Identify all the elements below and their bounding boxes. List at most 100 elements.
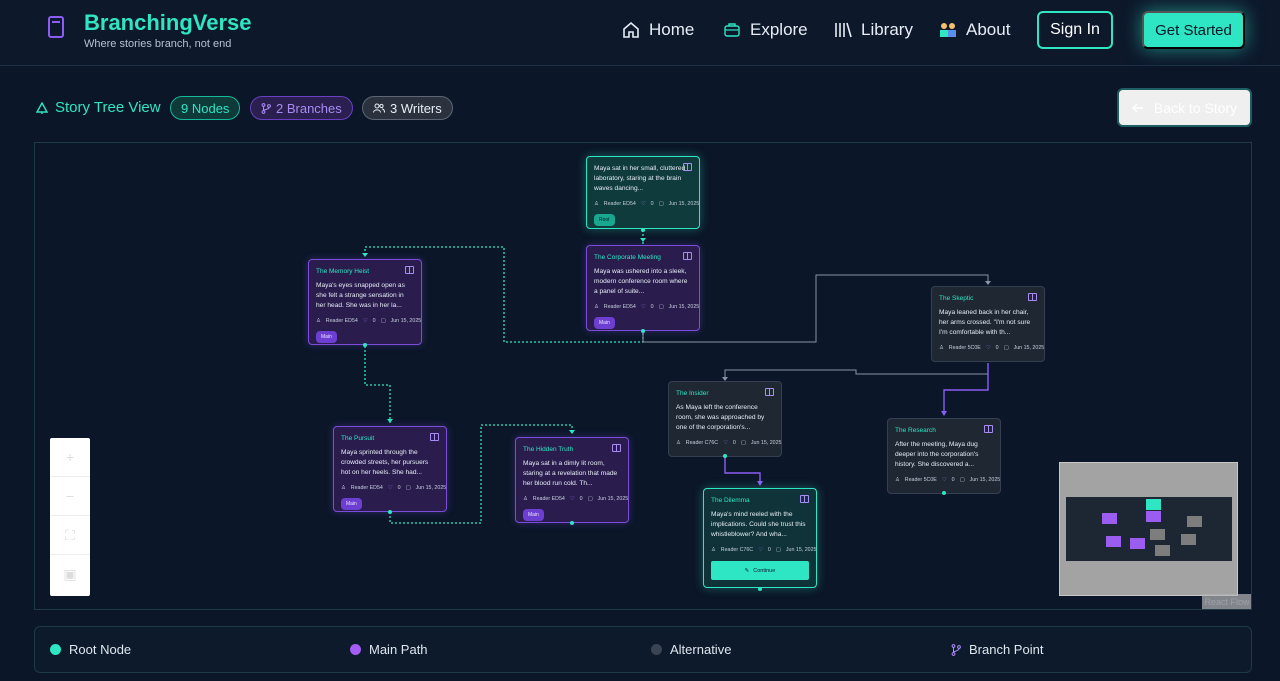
- book-icon[interactable]: [984, 425, 993, 433]
- heart-icon[interactable]: ♡: [986, 343, 991, 353]
- node-excerpt: Maya sprinted through the crowded street…: [341, 449, 429, 476]
- node-author: Reader ED54: [603, 304, 636, 310]
- book-icon[interactable]: [430, 433, 439, 441]
- arrow-left-icon: [1131, 103, 1143, 112]
- node-handle[interactable]: [363, 343, 367, 347]
- book-icon[interactable]: [1028, 293, 1037, 301]
- node-handle[interactable]: [641, 228, 645, 232]
- nav-explore[interactable]: Explore: [722, 20, 808, 40]
- book-icon[interactable]: [765, 388, 774, 396]
- node-excerpt: Maya leaned back in her chair, her arms …: [939, 309, 1031, 336]
- minimap-node: [1146, 511, 1161, 522]
- node-handle[interactable]: [723, 454, 727, 458]
- node-handle[interactable]: [570, 521, 574, 525]
- story-node-corporate-meeting[interactable]: The Corporate Meeting Maya was ushered i…: [586, 245, 700, 331]
- nav-library[interactable]: Library: [833, 20, 913, 40]
- node-excerpt: Maya's mind reeled with the implications…: [711, 511, 806, 538]
- book-icon[interactable]: [800, 495, 809, 503]
- story-node-dilemma[interactable]: The Dilemma Maya's mind reeled with the …: [703, 488, 817, 588]
- pen-icon: ✎: [744, 567, 750, 574]
- minimap-node: [1187, 516, 1202, 527]
- react-flow-attribution[interactable]: React Flow: [1202, 594, 1251, 609]
- nav-home[interactable]: Home: [621, 20, 694, 40]
- lock-button[interactable]: ▣: [50, 555, 90, 594]
- zoom-in-button[interactable]: +: [50, 438, 90, 477]
- calendar-icon: ▢: [740, 440, 746, 446]
- node-date: Jun 15, 2025: [415, 485, 447, 491]
- nav-about-label: About: [966, 20, 1011, 39]
- legend-root-label: Root Node: [69, 642, 132, 657]
- brand-name[interactable]: BranchingVerse: [84, 10, 252, 36]
- author-icon: ♙: [316, 318, 321, 324]
- node-handle[interactable]: [758, 587, 762, 591]
- edge-arrow: [362, 253, 368, 257]
- minimap[interactable]: [1059, 462, 1238, 596]
- minimap-node: [1102, 513, 1117, 524]
- users-icon: [373, 103, 385, 113]
- continue-label: Continue: [753, 567, 776, 574]
- book-icon[interactable]: [405, 266, 414, 274]
- calendar-icon: ▢: [1003, 345, 1009, 351]
- story-node-insider[interactable]: The Insider As Maya left the conference …: [668, 381, 782, 457]
- story-node-memory-heist[interactable]: The Memory Heist Maya's eyes snapped ope…: [308, 259, 422, 345]
- sign-in-button[interactable]: Sign In: [1037, 11, 1113, 49]
- story-node-pursuit[interactable]: The Pursuit Maya sprinted through the cr…: [333, 426, 447, 512]
- node-title: The Dilemma: [711, 497, 750, 504]
- minimap-node: [1146, 499, 1161, 510]
- heart-icon[interactable]: ♡: [570, 494, 575, 504]
- node-handle[interactable]: [641, 329, 645, 333]
- story-tree-canvas[interactable]: Maya sat in her small, cluttered laborat…: [34, 142, 1252, 610]
- author-icon: ♙: [523, 496, 528, 502]
- team-icon: [940, 23, 956, 37]
- alt-dot-icon: [651, 644, 662, 655]
- book-icon[interactable]: [683, 252, 692, 260]
- library-icon: [835, 22, 852, 38]
- heart-icon[interactable]: ♡: [641, 302, 646, 312]
- fit-view-button[interactable]: ⛶: [50, 516, 90, 555]
- writers-count-badge: 3 Writers: [362, 96, 453, 120]
- nav-library-label: Library: [861, 20, 913, 39]
- node-likes: 0: [951, 477, 955, 483]
- node-date: Jun 15, 2025: [969, 477, 1001, 483]
- get-started-button[interactable]: Get Started: [1142, 11, 1245, 49]
- heart-icon[interactable]: ♡: [942, 475, 947, 485]
- node-likes: 0: [732, 440, 736, 446]
- nav-about[interactable]: About: [938, 20, 1010, 40]
- branch-point-icon: [951, 643, 961, 656]
- heart-icon[interactable]: ♡: [388, 483, 393, 493]
- node-likes: 0: [397, 485, 401, 491]
- node-date: Jun 15, 2025: [597, 496, 629, 502]
- heart-icon[interactable]: ♡: [723, 438, 728, 448]
- node-date: Jun 15, 2025: [785, 547, 817, 553]
- node-handle[interactable]: [942, 491, 946, 495]
- story-node-skeptic[interactable]: The Skeptic Maya leaned back in her chai…: [931, 286, 1045, 362]
- heart-icon[interactable]: ♡: [758, 545, 763, 555]
- node-likes: 0: [995, 345, 999, 351]
- continue-button[interactable]: ✎ Continue: [711, 561, 809, 580]
- legend-alt: Alternative: [651, 642, 731, 657]
- zoom-out-button[interactable]: −: [50, 477, 90, 516]
- back-to-story-button[interactable]: Back to Story: [1117, 88, 1252, 127]
- node-excerpt: After the meeting, Maya dug deeper into …: [895, 441, 979, 468]
- minimap-viewport[interactable]: [1066, 497, 1232, 561]
- node-author: Reader C76C: [685, 440, 719, 446]
- book-icon[interactable]: [612, 444, 621, 452]
- node-handle[interactable]: [388, 510, 392, 514]
- story-node-root[interactable]: Maya sat in her small, cluttered laborat…: [586, 156, 700, 229]
- node-excerpt: Maya was ushered into a sleek, modern co…: [594, 268, 688, 295]
- story-node-research[interactable]: The Research After the meeting, Maya dug…: [887, 418, 1001, 494]
- node-likes: 0: [650, 304, 654, 310]
- node-excerpt: Maya sat in her small, cluttered laborat…: [594, 165, 686, 192]
- story-tree-title: Story Tree View: [36, 99, 161, 116]
- calendar-icon: ▢: [959, 477, 965, 483]
- node-excerpt: As Maya left the conference room, she wa…: [676, 404, 765, 431]
- edge-arrow: [757, 481, 763, 486]
- book-logo-icon[interactable]: [48, 16, 64, 38]
- book-icon[interactable]: [683, 163, 692, 171]
- main-dot-icon: [350, 644, 361, 655]
- story-node-hidden-truth[interactable]: The Hidden Truth Maya sat in a dimly lit…: [515, 437, 629, 523]
- node-date: Jun 15, 2025: [668, 201, 700, 207]
- heart-icon[interactable]: ♡: [363, 316, 368, 326]
- author-icon: ♙: [939, 345, 944, 351]
- heart-icon[interactable]: ♡: [641, 199, 646, 209]
